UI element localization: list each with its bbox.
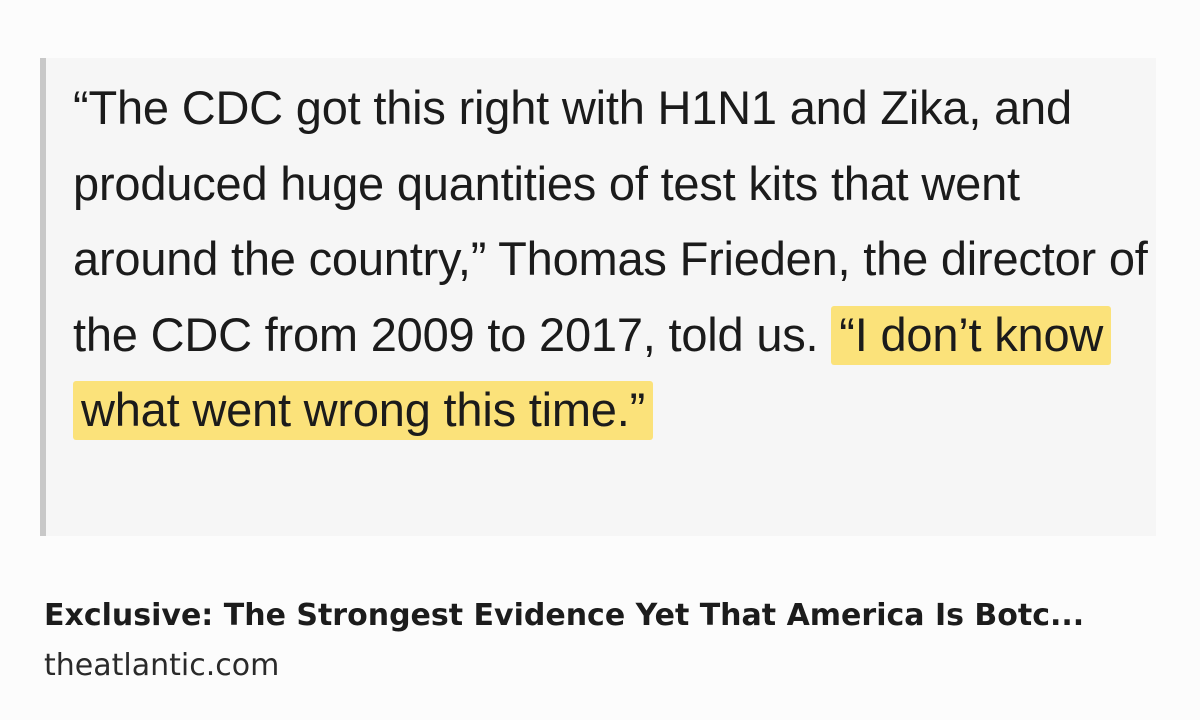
quote-text: “The CDC got this right with H1N1 and Zi… (73, 70, 1153, 448)
link-preview-domain[interactable]: theatlantic.com (44, 646, 279, 686)
link-preview-title[interactable]: Exclusive: The Strongest Evidence Yet Th… (44, 596, 1154, 636)
quote-block: “The CDC got this right with H1N1 and Zi… (40, 58, 1156, 536)
